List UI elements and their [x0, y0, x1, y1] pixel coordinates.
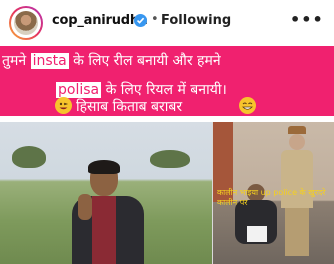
banner-line-1: तुमने insta के लिए रील बनायी और हमने	[2, 53, 221, 69]
highlight-insta: insta	[30, 53, 69, 69]
tree-shape	[12, 146, 46, 168]
right-photo-police-station: कालीन भाइया up police के खुरदरे कालीन पर	[213, 122, 334, 264]
left-photo-man-on-phone	[0, 122, 212, 264]
highlight-polisa: polisa	[56, 82, 102, 98]
red-scarf	[92, 196, 116, 264]
verified-badge-icon	[134, 14, 147, 27]
following-button[interactable]: Following	[161, 13, 231, 28]
caption-banner: तुमने insta के लिए रील बनायी और हमने pol…	[0, 46, 334, 116]
more-options-icon[interactable]: •••	[290, 10, 324, 29]
laughing-emoji-icon	[55, 97, 72, 114]
post-header: cop_anirudha • Following •••	[0, 0, 334, 46]
photo-caption: कालीन भाइया up police के खुरदरे कालीन पर	[217, 188, 326, 207]
separator-dot: •	[151, 12, 159, 27]
man-figure	[68, 160, 148, 264]
profile-avatar[interactable]	[9, 6, 43, 40]
post-image: तुमने insta के लिए रील बनायी और हमने pol…	[0, 46, 334, 264]
grinning-emoji-icon	[239, 97, 256, 114]
avatar-image	[14, 11, 38, 35]
tree-shape	[150, 150, 190, 168]
banner-line-3: हिसाब किताब बराबर	[76, 99, 183, 115]
